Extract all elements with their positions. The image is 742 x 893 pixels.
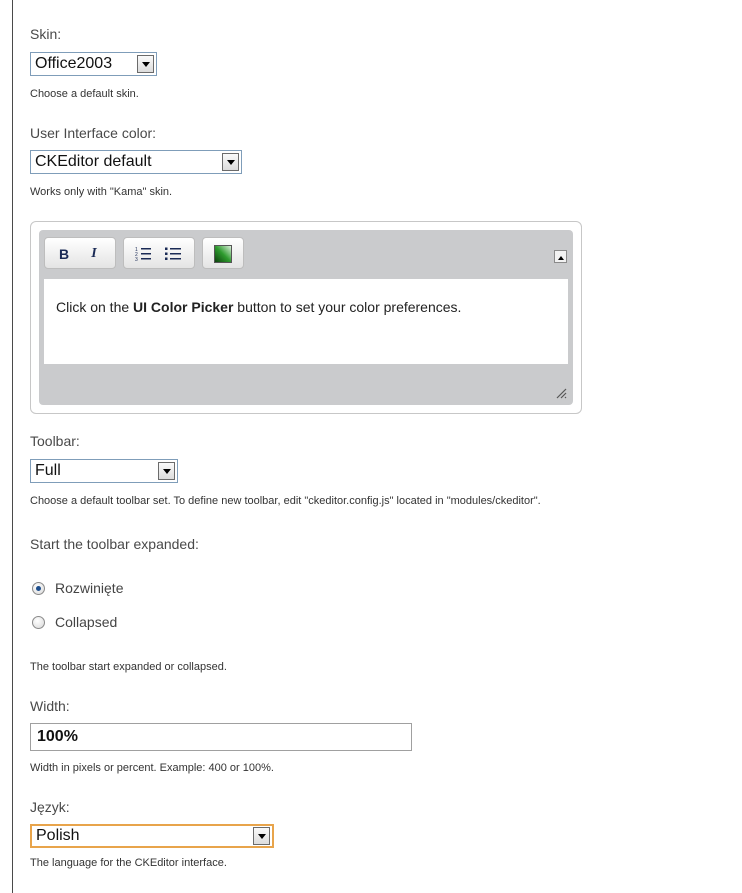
toolbar-group-formatting: B I: [44, 237, 116, 269]
ui-color-label: User Interface color:: [30, 125, 157, 141]
editor-text-bold: UI Color Picker: [133, 299, 234, 315]
settings-form: Skin: Office2003 Choose a default skin. …: [30, 0, 742, 893]
toolbar-group-color: [202, 237, 244, 269]
ckeditor: B I 1 2 3 Click on the UI Color Picker b…: [39, 230, 573, 405]
toolbar-select-value: Full: [35, 462, 61, 479]
chevron-down-icon[interactable]: [253, 827, 270, 845]
numbered-list-button[interactable]: 1 2 3: [132, 243, 154, 265]
bold-button[interactable]: B: [53, 243, 75, 265]
radio-expanded[interactable]: [32, 582, 45, 595]
language-label: Język:: [30, 799, 70, 815]
radio-expanded-label[interactable]: Rozwinięte: [55, 580, 123, 596]
language-select-value: Polish: [36, 827, 80, 844]
numbered-list-icon: 1 2 3: [135, 247, 151, 262]
toolbar-description: Choose a default toolbar set. To define …: [30, 495, 541, 507]
toolbar-collapse-button[interactable]: [554, 250, 567, 263]
left-border: [12, 0, 13, 893]
ui-color-picker-button[interactable]: [212, 243, 234, 265]
width-label: Width:: [30, 698, 70, 714]
width-input[interactable]: [30, 723, 412, 751]
collapse-arrow-icon: [557, 256, 564, 260]
width-description: Width in pixels or percent. Example: 400…: [30, 762, 274, 774]
radio-collapsed[interactable]: [32, 616, 45, 629]
chevron-down-icon[interactable]: [222, 153, 239, 171]
ui-color-select-value: CKEditor default: [35, 153, 152, 170]
chevron-down-icon[interactable]: [158, 462, 175, 480]
chevron-down-icon[interactable]: [137, 55, 154, 73]
skin-label: Skin:: [30, 26, 62, 42]
toolbar-group-lists: 1 2 3: [123, 237, 195, 269]
skin-description: Choose a default skin.: [30, 88, 139, 100]
editor-text-after: button to set your color preferences.: [233, 299, 462, 315]
toolbar-start-label: Start the toolbar expanded:: [30, 536, 199, 552]
bulleted-list-icon: [165, 247, 181, 260]
toolbar-select[interactable]: Full: [30, 459, 178, 483]
language-select[interactable]: Polish: [30, 824, 274, 848]
skin-select-value: Office2003: [35, 55, 113, 72]
radio-collapsed-label[interactable]: Collapsed: [55, 614, 117, 630]
language-description: The language for the CKEditor interface.: [30, 857, 227, 869]
editor-text-before: Click on the: [56, 299, 134, 315]
editor-content-area[interactable]: Click on the UI Color Picker button to s…: [44, 279, 568, 364]
color-picker-icon: [214, 245, 232, 263]
skin-select[interactable]: Office2003: [30, 52, 157, 76]
toolbar-start-description: The toolbar start expanded or collapsed.: [30, 661, 227, 673]
toolbar-label: Toolbar:: [30, 433, 80, 449]
editor-content-text: Click on the UI Color Picker button to s…: [56, 299, 461, 315]
editor-preview: B I 1 2 3 Click on the UI Color Picker b…: [30, 221, 582, 414]
resize-grip-icon[interactable]: [555, 387, 567, 399]
bulleted-list-button[interactable]: [162, 243, 184, 265]
ui-color-description: Works only with "Kama" skin.: [30, 186, 173, 198]
italic-button[interactable]: I: [83, 243, 105, 265]
ui-color-select[interactable]: CKEditor default: [30, 150, 242, 174]
svg-text:3: 3: [135, 257, 138, 262]
